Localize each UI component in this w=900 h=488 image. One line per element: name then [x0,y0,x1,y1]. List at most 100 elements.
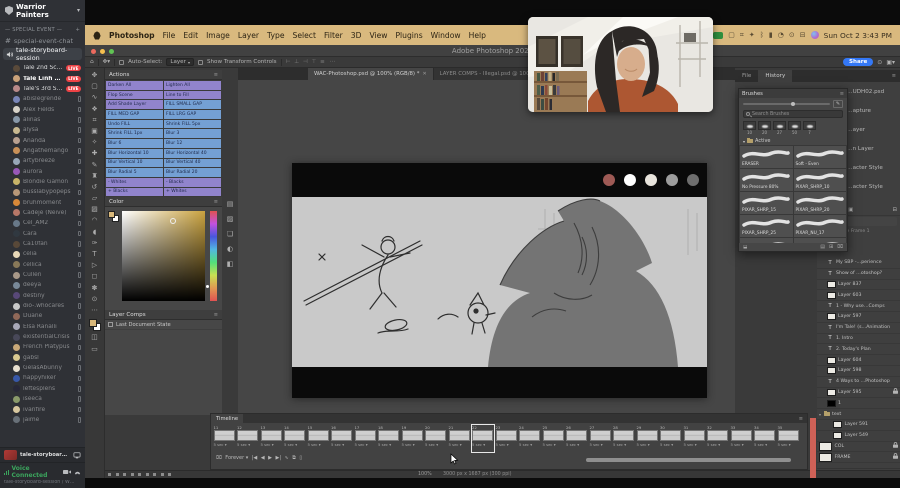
timeline-frame[interactable]: 195 sec ▾ [401,425,423,453]
timeline-frame[interactable]: 285 sec ▾ [613,425,635,453]
brush-size-slider[interactable]: ✎ [739,98,847,110]
voice-user-row[interactable]: cellica [0,260,85,270]
color-field[interactable] [122,211,205,301]
voice-user-row[interactable]: Cel_AM2 [0,218,85,228]
voice-user-row[interactable]: Ca10fan [0,239,85,249]
menu-edit[interactable]: Edit [183,31,198,40]
frame-thumbnail[interactable] [684,430,705,441]
frame-duration[interactable]: 5 sec ▾ [214,441,235,447]
frame-thumbnail[interactable] [566,430,587,441]
voice-user-row[interactable]: Tale's 3rd Sc…LIVE [0,84,85,94]
timeline-frame[interactable]: 175 sec ▾ [354,425,376,453]
brush-preset[interactable]: 20 [758,121,771,135]
panel-menu-icon[interactable]: ≡ [840,91,844,97]
timeline-frame[interactable]: 205 sec ▾ [425,425,447,453]
frame-thumbnail[interactable] [378,430,399,441]
layer-row[interactable]: Layer 604 [817,355,900,366]
shape-tool-icon[interactable]: ◻ [92,272,98,281]
frame-duration[interactable]: 5 sec ▾ [496,441,517,447]
eraser-tool-icon[interactable]: ▱ [92,194,97,203]
timeline-frame[interactable]: 145 sec ▾ [284,425,306,453]
search-icon[interactable]: ⊙ [877,59,882,66]
dodge-tool-icon[interactable]: ◖ [93,228,97,237]
timeline-frame[interactable]: 185 sec ▾ [378,425,400,453]
frame-thumbnail[interactable] [308,430,329,441]
workspace-icon[interactable]: ▣▾ [886,59,895,66]
timeline-mini-icon[interactable] [153,473,156,476]
timeline-frame[interactable]: 235 sec ▾ [495,425,517,453]
brush-folder-row[interactable]: ▾ Active [739,137,847,145]
frame-duration[interactable]: 5 sec ▾ [237,441,258,447]
voice-user-row[interactable]: aurora [0,166,85,176]
voice-user-row[interactable]: abislegrende [0,94,85,104]
layer-row[interactable]: T2. Today's Plan [817,344,900,355]
layer-row[interactable]: Layer 597 [817,312,900,323]
menu-window[interactable]: Window [431,31,461,40]
frame-duration[interactable]: 5 sec ▾ [472,441,493,447]
action-button[interactable]: Blur Horizontal 10 [106,149,163,158]
brush-stroke-preview-icon[interactable]: ✎ [833,100,843,108]
brush-tile[interactable]: No Pressure 80% [740,169,793,191]
loop-selector[interactable]: Forever ▾ [225,455,248,461]
frame-duration[interactable]: 5 sec ▾ [378,441,399,447]
layer-row[interactable]: TShow of …otoshop? [817,269,900,280]
brushes-panel-header[interactable]: Brushes ≡ [739,89,847,98]
panel-menu-icon[interactable]: ≡ [214,72,218,78]
timeline-frame[interactable]: 135 sec ▾ [260,425,282,453]
apply-comp-checkbox[interactable] [108,322,113,327]
timeline-frame[interactable]: 345 sec ▾ [754,425,776,453]
layer-row[interactable]: TMy SBP -…perience [817,258,900,269]
auto-select-checkbox[interactable] [119,60,124,65]
frame-thumbnail[interactable] [778,430,799,441]
frame-duration[interactable]: 5 sec ▾ [590,441,611,447]
brush-preset[interactable]: 50 [788,121,801,135]
swatches-panel-icon[interactable]: ▤ [227,200,234,208]
voice-user-row[interactable]: busslabypopeps [0,187,85,197]
layer-row[interactable]: COL [817,442,900,453]
box-icon[interactable]: ▢ [728,31,735,39]
action-button[interactable]: - Blacks [164,178,221,187]
action-button[interactable]: Undo FILL [106,120,163,129]
voice-user-row[interactable]: bruhmoment [0,197,85,207]
timeline-scrollbar[interactable] [586,458,791,462]
layer-row[interactable]: FRAME [817,452,900,463]
layer-row[interactable]: ▾text [817,409,900,420]
video-icon[interactable] [63,469,71,475]
menu-file[interactable]: File [163,31,176,40]
action-button[interactable]: Blur Vertical 40 [164,159,221,168]
frame-duration[interactable]: 5 sec ▾ [566,441,587,447]
blur-tool-icon[interactable]: ◠ [92,216,98,225]
show-transform-checkbox[interactable] [198,60,203,65]
voice-user-row[interactable]: GelasAbunny [0,363,85,373]
screen-share-active-icon[interactable] [713,32,723,39]
brush-tile[interactable]: Expressive Inkr M [794,238,847,243]
siri-icon[interactable] [811,31,819,39]
menu-help[interactable]: Help [469,31,486,40]
frame-duration[interactable]: 5 sec ▾ [284,441,305,447]
voice-user-row[interactable]: Angathemango [0,146,85,156]
timeline-frame[interactable]: 255 sec ▾ [542,425,564,453]
layer-row[interactable]: Layer 591 [817,420,900,431]
action-button[interactable]: Line to Fill [164,91,221,100]
brush-search-field[interactable]: Search Brushes [743,110,843,118]
layer-row[interactable]: Layer 549 [817,431,900,442]
timeline-mini-icon[interactable] [161,473,164,476]
timeline-frame[interactable]: 245 sec ▾ [519,425,541,453]
frame-duration[interactable]: 5 sec ▾ [778,441,799,447]
layer-row[interactable]: Layer 603 [817,290,900,301]
voice-user-row[interactable]: existentialCrisis [0,332,85,342]
frame-duration[interactable]: 5 sec ▾ [331,441,352,447]
marquee-tool-icon[interactable]: ▢ [91,82,97,91]
brush-preset[interactable]: 10 [743,121,756,135]
bluetooth-icon[interactable]: ᛒ [760,31,764,39]
menu-plugins[interactable]: Plugins [395,31,422,40]
frame-duration[interactable]: 5 sec ▾ [684,441,705,447]
frame-thumbnail[interactable] [214,430,235,441]
color-panel-header[interactable]: Color ≡ [105,197,222,207]
layer-row[interactable]: Layer 598 [817,366,900,377]
timeline-frame[interactable]: 155 sec ▾ [307,425,329,453]
action-button[interactable]: + Blacks [106,188,163,197]
tween-icon[interactable]: ∿ [285,455,289,461]
menu-filter[interactable]: Filter [324,31,343,40]
move-tool-icon[interactable]: ✥ [92,71,98,80]
